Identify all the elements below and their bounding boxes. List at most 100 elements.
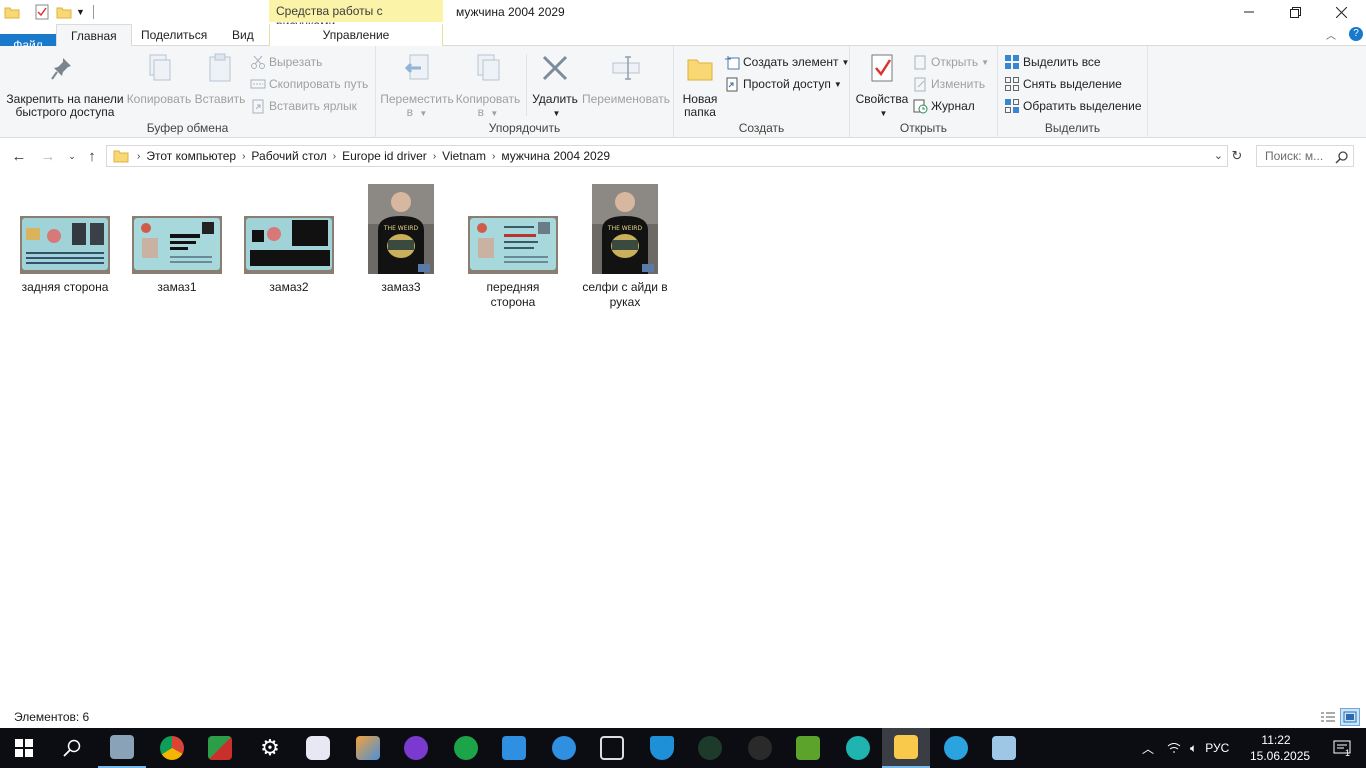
breadcrumb-item[interactable]: Europe id driver: [342, 149, 427, 163]
breadcrumb-separator-icon[interactable]: ›: [492, 151, 495, 162]
invert-selection-button[interactable]: Обратить выделение: [1004, 96, 1142, 116]
file-list[interactable]: задняя сторона замаз1 замаз2 THE WEIRD з…: [0, 172, 1366, 702]
search-taskbar-button[interactable]: [48, 728, 96, 768]
file-item[interactable]: замаз1: [123, 182, 231, 295]
help-icon[interactable]: ?: [1349, 27, 1363, 41]
taskbar-app[interactable]: [148, 728, 196, 768]
copy-button[interactable]: Копировать: [126, 52, 192, 106]
breadcrumb-separator-icon[interactable]: ›: [242, 151, 245, 162]
taskbar-app[interactable]: [196, 728, 244, 768]
restore-button[interactable]: [1272, 0, 1318, 24]
delete-text: Удалить: [532, 92, 578, 106]
delete-caret-icon: ▼: [552, 109, 561, 118]
select-none-button[interactable]: Снять выделение: [1004, 74, 1122, 94]
delete-button[interactable]: Удалить ▼: [528, 52, 582, 120]
taskbar-app[interactable]: [980, 728, 1028, 768]
tab-home[interactable]: Главная: [56, 24, 132, 47]
feather-app-icon: [356, 736, 380, 760]
action-center-button[interactable]: 1: [1318, 728, 1366, 768]
taskbar-app[interactable]: [490, 728, 538, 768]
breadcrumb-separator-icon: ›: [137, 150, 141, 162]
tab-manage[interactable]: Управление: [269, 24, 443, 46]
forward-button[interactable]: →: [38, 146, 58, 166]
details-view-button[interactable]: [1318, 708, 1338, 726]
quick-access-toolbar: ▼: [0, 0, 94, 24]
taskbar-app[interactable]: [294, 728, 342, 768]
folder-icon[interactable]: [4, 4, 20, 20]
breadcrumb-item[interactable]: Этот компьютер: [146, 149, 236, 163]
breadcrumb-item[interactable]: Vietnam: [442, 149, 486, 163]
address-field[interactable]: › Этот компьютер › Рабочий стол › Europe…: [106, 145, 1228, 167]
qat-customize-icon[interactable]: ▼: [76, 7, 85, 17]
select-all-button[interactable]: Выделить все: [1004, 52, 1101, 72]
taskbar-app[interactable]: [686, 728, 734, 768]
taskbar-app[interactable]: [784, 728, 832, 768]
cut-button[interactable]: Вырезать: [250, 52, 322, 72]
taskbar-app[interactable]: [932, 728, 980, 768]
new-folder-icon[interactable]: [56, 4, 72, 20]
invert-selection-label: Обратить выделение: [1023, 99, 1142, 113]
breadcrumb-item[interactable]: Рабочий стол: [251, 149, 326, 163]
open-button[interactable]: Открыть ▼: [912, 52, 989, 72]
taskbar-app[interactable]: [344, 728, 392, 768]
copy-to-button[interactable]: Копировать в ▼: [454, 52, 522, 120]
tray-overflow-icon[interactable]: ︿: [1142, 740, 1154, 757]
taskbar-app-explorer[interactable]: [882, 728, 930, 768]
clock[interactable]: 11:22 15.06.2025: [1250, 732, 1310, 764]
file-name: передняя сторона: [486, 280, 540, 309]
taskbar-app[interactable]: [540, 728, 588, 768]
taskbar-app[interactable]: ⚙: [246, 728, 294, 768]
file-item[interactable]: передняя сторона: [459, 182, 567, 310]
up-button[interactable]: ↑: [82, 146, 102, 166]
large-icons-view-button[interactable]: [1340, 708, 1360, 726]
volume-icon[interactable]: 🔈︎: [1190, 741, 1197, 756]
file-item[interactable]: задняя сторона: [11, 182, 119, 295]
rename-button[interactable]: Переименовать: [582, 52, 670, 106]
taskbar-app[interactable]: [442, 728, 490, 768]
taskbar-app[interactable]: [834, 728, 882, 768]
copy-path-button[interactable]: Скопировать путь: [250, 74, 368, 94]
new-folder-icon: [687, 59, 713, 81]
taskbar-app[interactable]: [392, 728, 440, 768]
search-input[interactable]: Поиск: м...: [1256, 145, 1354, 167]
properties-button[interactable]: Свойства ▼: [854, 52, 910, 120]
ribbon-collapse-icon[interactable]: ︿: [1326, 27, 1336, 42]
file-name: замаз3: [381, 280, 421, 294]
wifi-icon[interactable]: [1166, 741, 1182, 755]
properties-icon[interactable]: [34, 4, 50, 20]
refresh-button[interactable]: ↻: [1228, 145, 1246, 167]
tab-share[interactable]: Поделиться: [127, 24, 221, 46]
breadcrumb-separator-icon[interactable]: ›: [433, 151, 436, 162]
new-folder-button[interactable]: Новая папка: [678, 52, 722, 119]
tor-browser-icon: [404, 736, 428, 760]
file-name: замаз2: [269, 280, 309, 294]
taskbar-app[interactable]: [588, 728, 636, 768]
title-bar: ▼ Средства работы с рисунками мужчина 20…: [0, 0, 1366, 32]
user-app-icon: [748, 736, 772, 760]
new-item-button[interactable]: Создать элемент ▼: [724, 52, 849, 72]
taskbar-app[interactable]: [736, 728, 784, 768]
close-button[interactable]: [1318, 0, 1364, 24]
address-dropdown-icon[interactable]: ⌄: [1214, 149, 1223, 162]
minimize-button[interactable]: [1226, 0, 1272, 24]
back-button[interactable]: ←: [9, 146, 29, 166]
file-item[interactable]: THE WEIRD селфи с айди в руках: [571, 182, 679, 310]
history-button[interactable]: Журнал: [912, 96, 975, 116]
paste-shortcut-button[interactable]: Вставить ярлык: [250, 96, 357, 116]
move-to-button[interactable]: Переместить в ▼: [380, 52, 454, 120]
breadcrumb-separator-icon[interactable]: ›: [333, 151, 336, 162]
file-item[interactable]: THE WEIRD замаз3: [347, 182, 455, 295]
language-indicator[interactable]: РУС: [1205, 741, 1229, 755]
edit-button[interactable]: Изменить: [912, 74, 985, 94]
easy-access-button[interactable]: Простой доступ ▼: [724, 74, 842, 94]
taskbar-app[interactable]: [638, 728, 686, 768]
move-to-caret-icon: ▼: [419, 109, 428, 118]
file-item[interactable]: замаз2: [235, 182, 343, 295]
taskbar-app[interactable]: [98, 728, 146, 768]
breadcrumb-item[interactable]: мужчина 2004 2029: [501, 149, 610, 163]
pin-quick-access-button[interactable]: Закрепить на панели быстрого доступа: [4, 52, 126, 119]
paste-button[interactable]: Вставить: [192, 52, 248, 106]
tab-view[interactable]: Вид: [218, 24, 268, 46]
recent-locations-button[interactable]: ⌄: [62, 146, 82, 166]
start-button[interactable]: [0, 728, 48, 768]
